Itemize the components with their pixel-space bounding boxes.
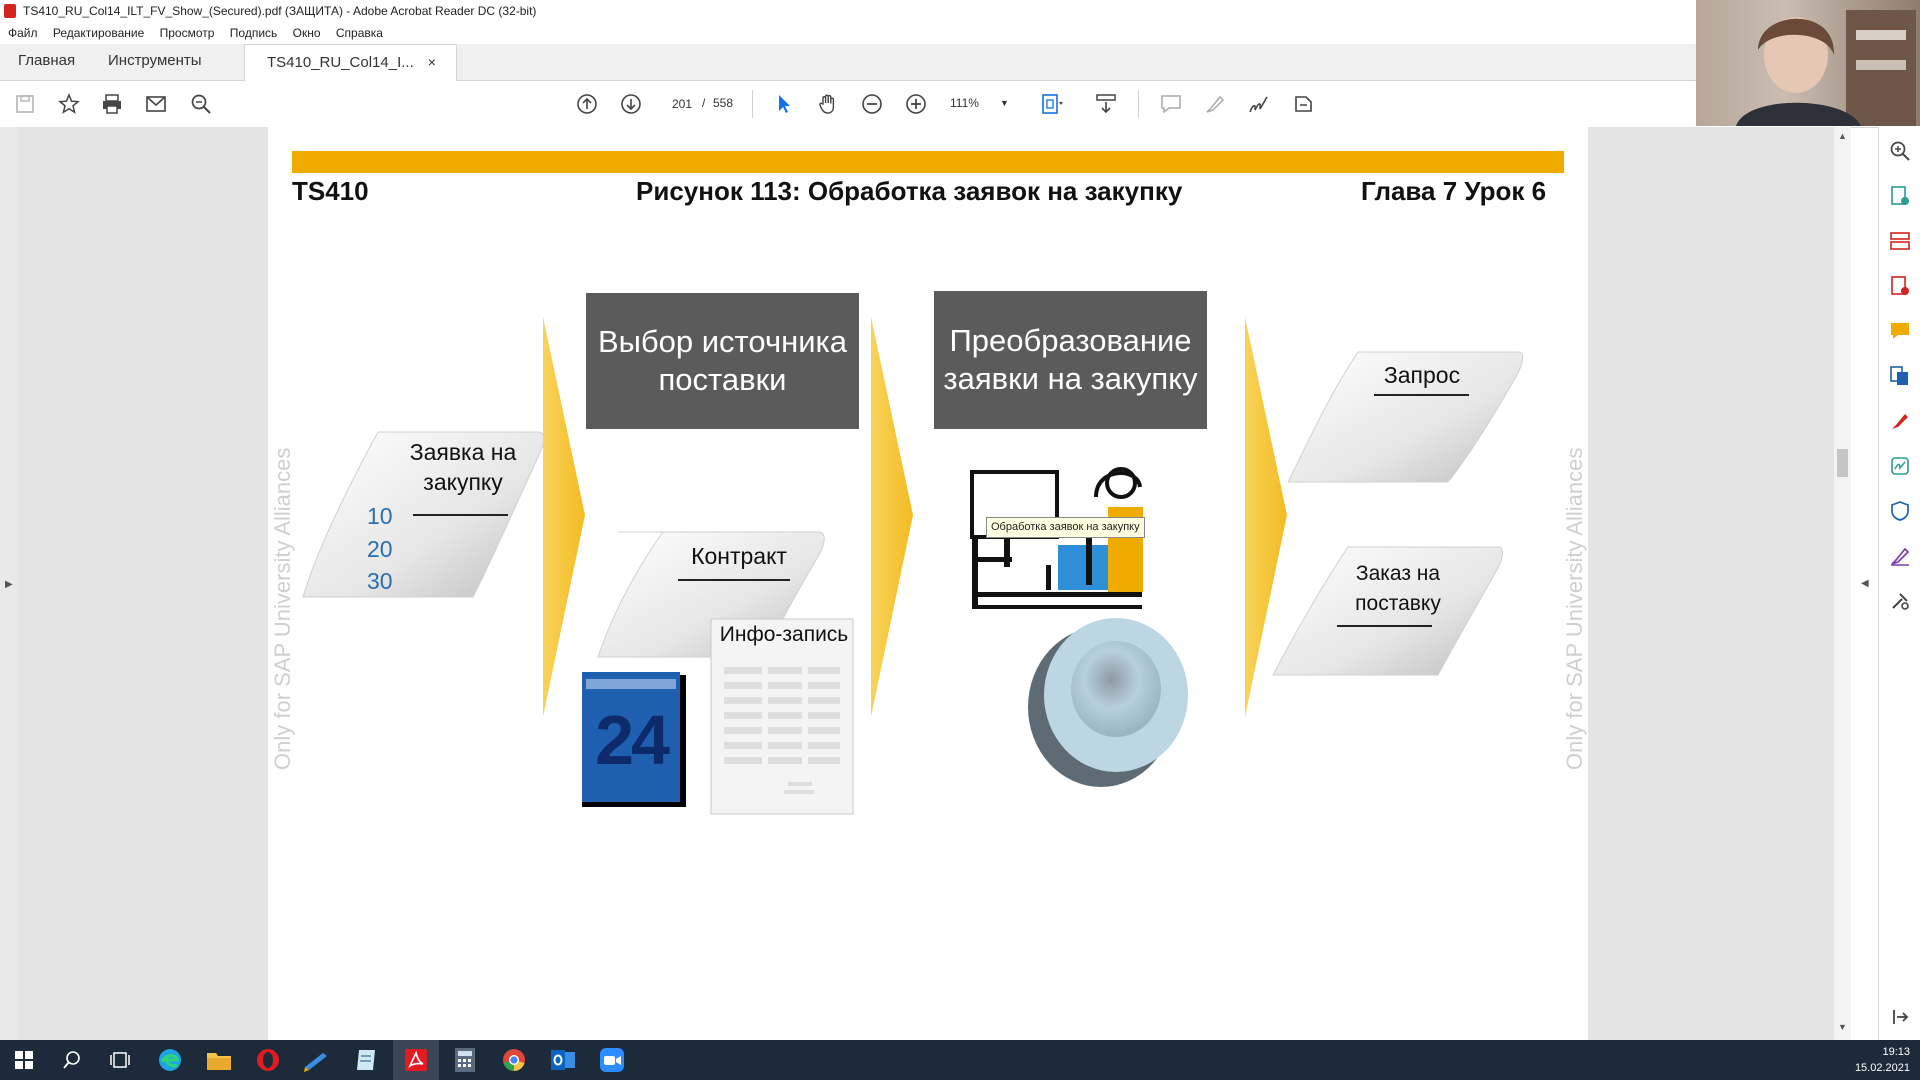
menu-file[interactable]: Файл <box>8 22 38 44</box>
toolbar-divider <box>1138 90 1139 118</box>
scroll-up-icon[interactable]: ▲ <box>1838 131 1847 141</box>
taskbar-search-icon[interactable] <box>58 1046 86 1074</box>
rfq-label: Запрос <box>1383 362 1461 388</box>
convert-requisition-box: Преобразование заявки на закупку <box>934 291 1207 429</box>
comment-tool-icon[interactable] <box>1888 319 1912 343</box>
menu-sign[interactable]: Подпись <box>230 22 278 44</box>
tab-document[interactable]: TS410_RU_Col14_I... × <box>244 44 457 81</box>
organize-pages-icon[interactable] <box>1888 229 1912 253</box>
page-number-input[interactable]: 201 <box>662 92 702 116</box>
outlook-icon[interactable] <box>549 1046 577 1074</box>
tab-tools[interactable]: Инструменты <box>108 44 202 80</box>
zoom-meetings-icon[interactable] <box>598 1046 626 1074</box>
zoom-in-icon[interactable] <box>903 91 929 117</box>
menu-edit[interactable]: Редактирование <box>53 22 144 44</box>
fit-page-icon[interactable] <box>1038 91 1064 117</box>
calculator-icon[interactable] <box>451 1046 479 1074</box>
right-tools-pane <box>1878 127 1920 1040</box>
collapse-right-panel-icon[interactable]: ◀ <box>1861 578 1869 589</box>
expand-left-panel-icon[interactable]: ▶ <box>5 579 13 590</box>
zoom-search-icon[interactable] <box>1888 139 1912 163</box>
create-pdf-icon[interactable] <box>1888 274 1912 298</box>
window-title: TS410_RU_Col14_ILT_FV_Show_(Secured).pdf… <box>23 4 537 18</box>
po-label: Заказ на поставку <box>1355 562 1441 615</box>
windows-taskbar: 19:13 15.02.2021 <box>0 1040 1920 1080</box>
requisition-item-10: 10 <box>367 503 393 529</box>
mail-icon[interactable] <box>143 91 169 117</box>
tab-document-label: TS410_RU_Col14_I... <box>267 54 414 71</box>
info-record-label: Инфо-запись <box>719 623 849 646</box>
edge-browser-icon[interactable] <box>156 1046 184 1074</box>
save-icon[interactable] <box>12 91 38 117</box>
highlight-icon[interactable] <box>1202 91 1228 117</box>
acrobat-taskbar-icon[interactable] <box>393 1040 439 1080</box>
hand-icon[interactable] <box>815 91 841 117</box>
page-separator: / <box>702 96 706 110</box>
fill-sign-icon[interactable] <box>1888 544 1912 568</box>
search-icon[interactable] <box>188 91 214 117</box>
windows-start-icon[interactable] <box>10 1046 38 1074</box>
left-panel-strip: ▶ <box>0 127 18 1040</box>
total-pages: 558 <box>713 96 734 110</box>
notepad-icon[interactable] <box>352 1046 380 1074</box>
tab-home[interactable]: Главная <box>18 44 75 80</box>
calendar-number: 24 <box>595 701 670 779</box>
zoom-out-icon[interactable] <box>859 91 885 117</box>
sticky-pen-icon[interactable] <box>302 1046 330 1074</box>
task-view-icon[interactable] <box>106 1046 134 1074</box>
scroll-down-icon[interactable]: ▼ <box>1838 1022 1847 1032</box>
rfq-underline <box>1374 394 1469 396</box>
opera-browser-icon[interactable] <box>254 1046 282 1074</box>
window-title-bar: TS410_RU_Col14_ILT_FV_Show_(Secured).pdf… <box>0 0 1696 22</box>
contract-underline <box>678 579 790 581</box>
requisition-item-20: 20 <box>367 536 393 562</box>
hover-tooltip: Обработка заявок на закупку <box>986 517 1145 538</box>
edit-pdf-icon[interactable] <box>1888 409 1912 433</box>
menu-view[interactable]: Просмотр <box>160 22 215 44</box>
menu-window[interactable]: Окно <box>293 22 321 44</box>
requisition-underline <box>413 514 508 516</box>
print-icon[interactable] <box>99 91 125 117</box>
select-cursor-icon[interactable] <box>771 91 797 117</box>
zoom-value: 111% <box>950 96 979 110</box>
chrome-icon[interactable] <box>500 1046 528 1074</box>
tab-bar: Главная Инструменты TS410_RU_Col14_I... × <box>0 44 1696 81</box>
scroll-mode-icon[interactable] <box>1093 91 1119 117</box>
send-for-signature-icon[interactable] <box>1888 454 1912 478</box>
vertical-scrollbar[interactable]: ▲ ▼ <box>1834 127 1851 1040</box>
combine-files-icon[interactable] <box>1888 364 1912 388</box>
chevron-down-icon: ▼ <box>1000 98 1009 108</box>
po-underline <box>1337 625 1432 627</box>
menu-bar: Файл Редактирование Просмотр Подпись Окн… <box>0 22 1696 44</box>
toolbar: 201 / 558 111% ▼ <box>0 81 1878 128</box>
share-icon[interactable] <box>1290 91 1316 117</box>
requisition-label: Заявка на закупку <box>409 439 517 495</box>
zoom-select[interactable]: 111% ▼ <box>950 92 1010 114</box>
menu-help[interactable]: Справка <box>336 22 383 44</box>
more-tools-icon[interactable] <box>1888 589 1912 613</box>
webcam-video <box>1696 0 1920 126</box>
clock-time: 19:13 <box>1882 1046 1910 1058</box>
system-clock[interactable]: 19:13 15.02.2021 <box>1855 1044 1910 1076</box>
export-pdf-icon[interactable] <box>1888 184 1912 208</box>
requisition-item-30: 30 <box>367 568 393 594</box>
file-explorer-icon[interactable] <box>205 1046 233 1074</box>
contract-label: Контракт <box>691 543 787 569</box>
scroll-thumb[interactable] <box>1837 449 1848 477</box>
comment-icon[interactable] <box>1158 91 1184 117</box>
protect-icon[interactable] <box>1888 499 1912 523</box>
page-up-icon[interactable] <box>574 91 600 117</box>
close-tab-icon[interactable]: × <box>428 54 436 70</box>
toolbar-divider <box>752 90 753 118</box>
source-determination-box: Выбор источника поставки <box>586 293 859 429</box>
sign-icon[interactable] <box>1246 91 1272 117</box>
star-icon[interactable] <box>56 91 82 117</box>
page-down-icon[interactable] <box>618 91 644 117</box>
collapse-pane-icon[interactable] <box>1888 1005 1912 1029</box>
clock-date: 15.02.2021 <box>1854 1062 1910 1074</box>
acrobat-app-icon <box>4 4 16 18</box>
